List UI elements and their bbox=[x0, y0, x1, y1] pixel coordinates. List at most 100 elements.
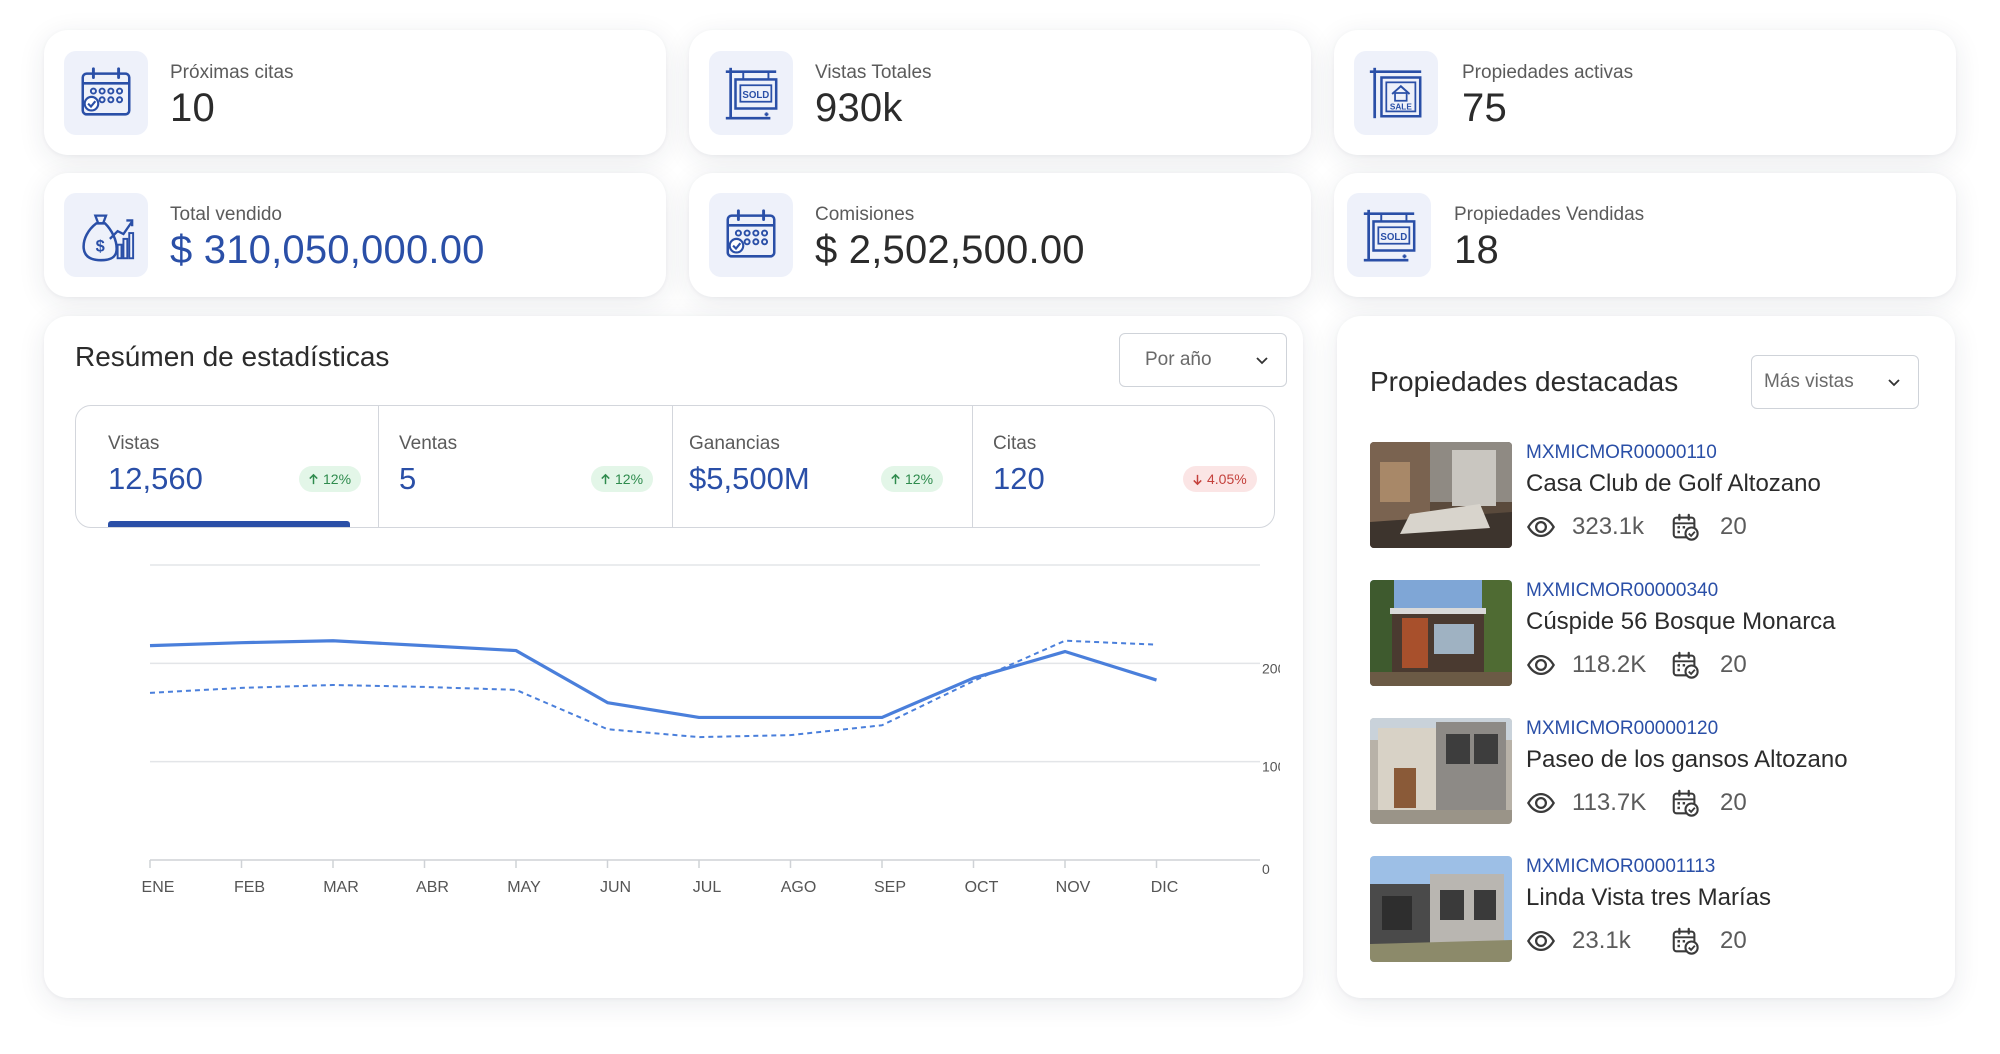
period-select-value: Por año bbox=[1145, 349, 1212, 370]
property-meta: 23.1k 20 bbox=[1526, 926, 1747, 956]
views-count: 118.2K bbox=[1572, 651, 1647, 678]
chevron-down-icon bbox=[1886, 374, 1902, 390]
trend-badge: 4.05% bbox=[1183, 466, 1257, 492]
x-tick-label: MAY bbox=[507, 879, 541, 896]
property-name: Casa Club de Golf Altozano bbox=[1526, 470, 1821, 497]
statistics-title: Resúmen de estadísticas bbox=[75, 341, 390, 372]
sale-sign-icon bbox=[1354, 51, 1438, 135]
property-photo bbox=[1370, 718, 1512, 824]
property-item[interactable]: MXMICMOR00000110 Casa Club de Golf Altoz… bbox=[1370, 442, 1930, 548]
money-bag-chart-icon bbox=[64, 193, 148, 277]
x-tick-label: MAR bbox=[323, 879, 359, 896]
x-tick-label: FEB bbox=[234, 879, 265, 896]
calendar-icon bbox=[64, 51, 148, 135]
stat-label: Próximas citas bbox=[170, 62, 294, 83]
stat-label: Vistas Totales bbox=[815, 62, 932, 83]
arrow-down-icon bbox=[1191, 473, 1204, 486]
property-item[interactable]: MXMICMOR00000340 Cúspide 56 Bosque Monar… bbox=[1370, 580, 1930, 686]
property-item[interactable]: MXMICMOR00000120 Paseo de los gansos Alt… bbox=[1370, 718, 1930, 824]
tab-vistas[interactable]: Vistas 12,560 12% bbox=[76, 406, 372, 527]
appointments-count: 20 bbox=[1720, 651, 1747, 678]
stat-card-comisiones: Comisiones $ 2,502,500.00 bbox=[689, 173, 1311, 297]
sold-sign-icon bbox=[709, 51, 793, 135]
tab-ventas[interactable]: Ventas 5 12% bbox=[378, 406, 672, 527]
arrow-up-icon bbox=[889, 473, 902, 486]
tab-value: $5,500M bbox=[689, 461, 810, 496]
stat-value: $ 310,050,000.00 bbox=[170, 228, 485, 272]
property-code: MXMICMOR00001113 bbox=[1526, 856, 1716, 877]
stat-card-proximas-citas: Próximas citas 10 bbox=[44, 30, 666, 155]
eye-icon bbox=[1526, 650, 1556, 680]
property-photo bbox=[1370, 442, 1512, 548]
arrow-up-icon bbox=[307, 473, 320, 486]
property-name: Cúspide 56 Bosque Monarca bbox=[1526, 608, 1836, 635]
trend-badge: 12% bbox=[591, 466, 654, 492]
eye-icon bbox=[1526, 512, 1556, 542]
appointments-count: 20 bbox=[1720, 927, 1747, 954]
stat-label: Propiedades activas bbox=[1462, 62, 1634, 83]
y-tick-label: 100M bbox=[1262, 759, 1280, 775]
tab-value: 120 bbox=[993, 461, 1045, 496]
stats-tabs: Vistas 12,560 12% Ventas 5 12% Ganancias… bbox=[75, 405, 1275, 528]
stat-value: 75 bbox=[1462, 86, 1507, 130]
property-code: MXMICMOR00000120 bbox=[1526, 718, 1719, 739]
trend-badge: 12% bbox=[881, 466, 944, 492]
tab-label: Ventas bbox=[399, 433, 458, 454]
stat-value: $ 2,502,500.00 bbox=[815, 228, 1085, 272]
property-name: Paseo de los gansos Altozano bbox=[1526, 746, 1848, 773]
views-count: 23.1k bbox=[1572, 927, 1631, 954]
trend-value: 12% bbox=[905, 471, 934, 487]
stat-value: 18 bbox=[1454, 228, 1499, 272]
eye-icon bbox=[1526, 926, 1556, 956]
eye-icon bbox=[1526, 788, 1556, 818]
trend-badge: 12% bbox=[299, 466, 362, 492]
stat-card-vistas-totales: Vistas Totales 930k bbox=[689, 30, 1311, 155]
x-tick-label: OCT bbox=[965, 879, 999, 896]
tab-value: 5 bbox=[399, 461, 417, 496]
calendar-icon bbox=[709, 193, 793, 277]
chevron-down-icon bbox=[1254, 352, 1270, 368]
stat-value: 930k bbox=[815, 86, 903, 130]
calendar-check-icon bbox=[1670, 512, 1700, 542]
property-photo bbox=[1370, 856, 1512, 962]
trend-value: 12% bbox=[323, 471, 352, 487]
stat-card-propiedades-vendidas: Propiedades Vendidas 18 bbox=[1334, 173, 1956, 297]
trend-value: 4.05% bbox=[1207, 471, 1247, 487]
calendar-check-icon bbox=[1670, 926, 1700, 956]
trend-value: 12% bbox=[615, 471, 644, 487]
selected-tab-indicator bbox=[108, 521, 350, 527]
sort-select[interactable]: Más vistas bbox=[1751, 355, 1919, 409]
stat-card-total-vendido: Total vendido $ 310,050,000.00 bbox=[44, 173, 666, 297]
series-line-dashed bbox=[149, 639, 1157, 739]
sold-sign-icon bbox=[1347, 193, 1431, 277]
statistics-line-chart: ENE FEB MAR ABR MAY JUN JUL AGO SEP OCT NOV DIC 0 100… bbox=[142, 564, 1280, 896]
tab-value: 12,560 bbox=[108, 461, 203, 496]
sort-select-value: Más vistas bbox=[1764, 371, 1854, 392]
property-code: MXMICMOR00000110 bbox=[1526, 442, 1717, 463]
y-tick-label: 0 bbox=[1262, 861, 1270, 877]
x-tick-label: DIC bbox=[1151, 879, 1179, 896]
property-meta: 118.2K 20 bbox=[1526, 650, 1747, 680]
stat-label: Propiedades Vendidas bbox=[1454, 204, 1645, 225]
tab-label: Citas bbox=[993, 433, 1037, 454]
property-name: Linda Vista tres Marías bbox=[1526, 884, 1772, 911]
tab-ganancias[interactable]: Ganancias $5,500M 12% bbox=[672, 406, 972, 527]
calendar-check-icon bbox=[1670, 650, 1700, 680]
x-tick-label: JUL bbox=[693, 879, 722, 896]
property-item[interactable]: MXMICMOR00001113 Linda Vista tres Marías… bbox=[1370, 856, 1930, 962]
featured-title: Propiedades destacadas bbox=[1370, 366, 1679, 397]
x-tick-label: ABR bbox=[416, 879, 449, 896]
calendar-check-icon bbox=[1670, 788, 1700, 818]
stat-label: Total vendido bbox=[170, 204, 282, 225]
property-code: MXMICMOR00000340 bbox=[1526, 580, 1719, 601]
property-meta: 113.7K 20 bbox=[1526, 788, 1747, 818]
x-tick-label: SEP bbox=[874, 879, 906, 896]
tab-citas[interactable]: Citas 120 4.05% bbox=[972, 406, 1274, 527]
views-count: 323.1k bbox=[1572, 513, 1645, 540]
views-count: 113.7K bbox=[1572, 789, 1647, 816]
x-tick-label: NOV bbox=[1056, 879, 1091, 896]
arrow-up-icon bbox=[599, 473, 612, 486]
period-select[interactable]: Por año bbox=[1119, 333, 1287, 387]
tab-label: Vistas bbox=[108, 433, 160, 454]
tab-label: Ganancias bbox=[689, 433, 780, 454]
